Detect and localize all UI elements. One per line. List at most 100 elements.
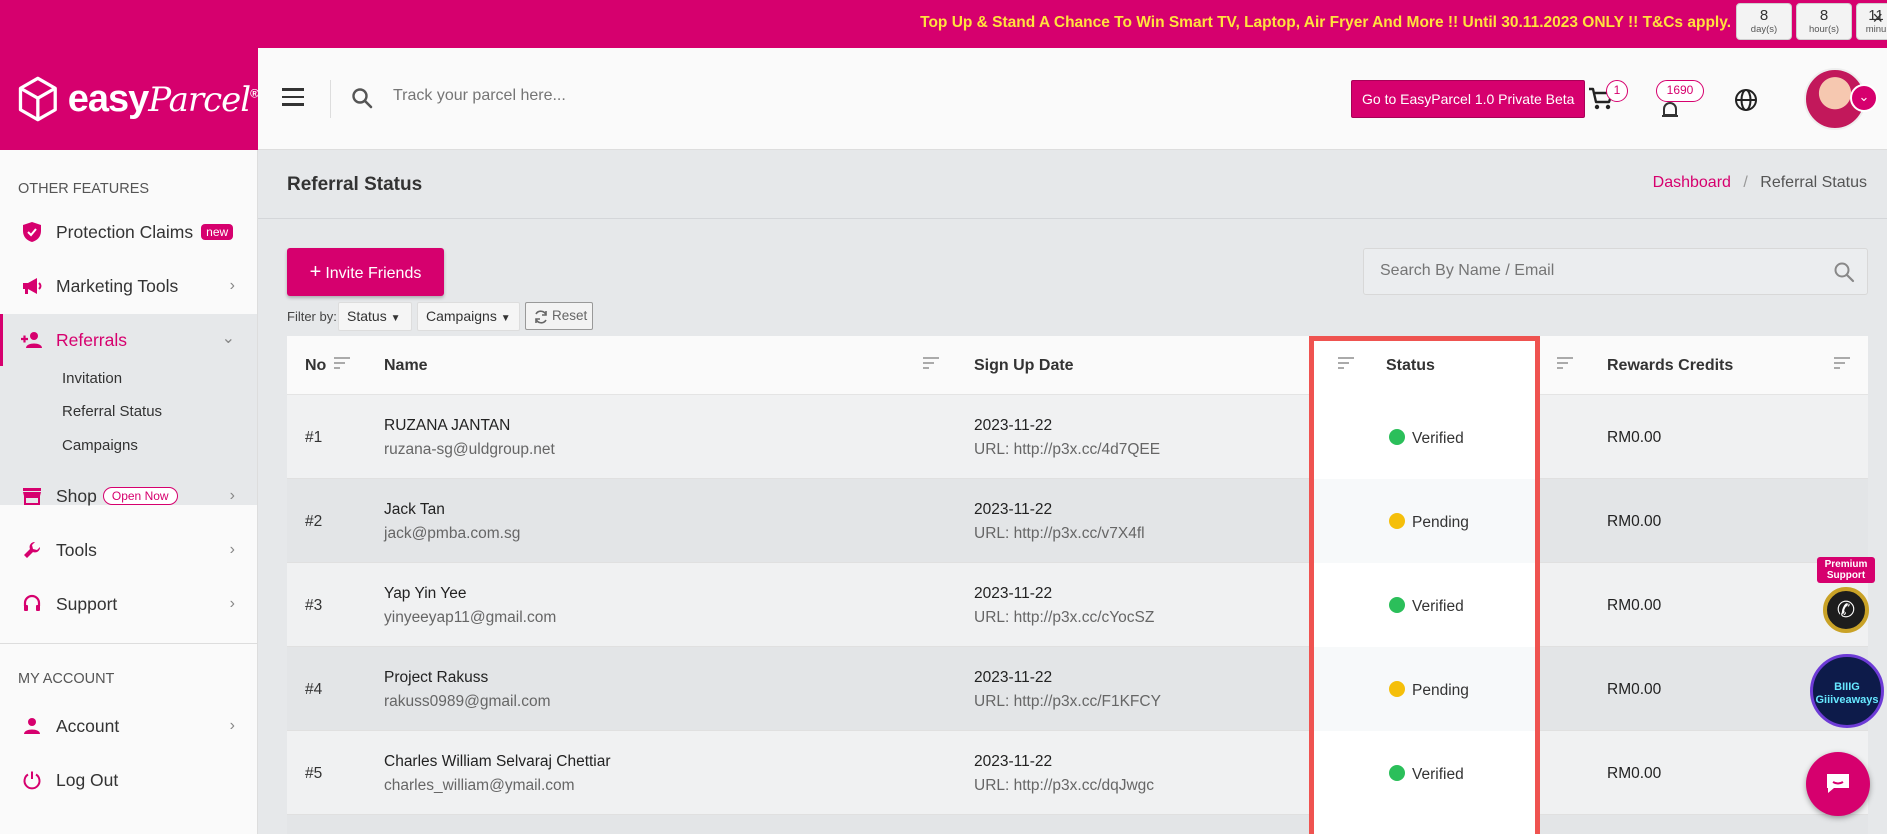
cell-signup-date: 2023-11-22 <box>974 501 1053 518</box>
sidebar-item-tools[interactable]: Tools › <box>0 524 257 576</box>
status-column-highlight <box>1309 336 1540 834</box>
section-other-features: OTHER FEATURES <box>18 181 150 197</box>
caret-down-icon: ▼ <box>500 313 511 324</box>
col-header-signup-date[interactable]: Sign Up Date <box>974 357 1074 375</box>
cell-signup-date: 2023-11-22 <box>974 669 1053 686</box>
search-icon <box>352 88 373 109</box>
private-beta-button[interactable]: Go to EasyParcel 1.0 Private Beta <box>1351 80 1586 118</box>
cell-name: Jack Tan <box>384 501 445 518</box>
cart-count-badge: 1 <box>1606 80 1628 102</box>
chevron-right-icon: › <box>229 717 235 734</box>
cell-signup-date: 2023-11-22 <box>974 417 1053 434</box>
table-row[interactable]: #5 Charles William Selvaraj Chettiar cha… <box>287 731 1868 815</box>
brand-logo[interactable]: easyParcel® <box>0 48 259 150</box>
sidebar-subitem-referral-status[interactable]: Referral Status <box>62 403 162 420</box>
menu-icon[interactable] <box>282 88 304 111</box>
table-row[interactable]: #4 Project Rakuss rakuss0989@gmail.com 2… <box>287 647 1868 731</box>
cell-email: jack@pmba.com.sg <box>384 525 521 542</box>
refresh-icon <box>535 310 547 324</box>
users-add-icon <box>20 329 44 351</box>
sidebar-item-label: Tools <box>56 539 97 560</box>
cell-rewards: RM0.00 <box>1607 513 1662 530</box>
chat-button[interactable] <box>1806 752 1870 816</box>
filter-campaigns-label: Campaigns <box>426 308 497 324</box>
table-row[interactable]: #2 Jack Tan jack@pmba.com.sg 2023-11-22 … <box>287 479 1868 563</box>
cell-email: charles_william@ymail.com <box>384 777 575 794</box>
sidebar-item-label: Protection Claims <box>56 221 194 242</box>
sidebar-item-shop[interactable]: Shop Open Now › <box>0 470 257 522</box>
sidebar-item-label: Log Out <box>56 769 119 790</box>
col-header-rewards[interactable]: Rewards Credits <box>1607 357 1733 375</box>
cell-rewards: RM0.00 <box>1607 429 1662 446</box>
chevron-down-icon: ⌄ <box>221 330 235 347</box>
whatsapp-icon: ✆ <box>1823 587 1869 633</box>
sidebar-item-support[interactable]: Support › <box>0 578 257 630</box>
store-icon <box>20 485 44 507</box>
invite-friends-button[interactable]: + Invite Friends <box>287 248 444 296</box>
sidebar-item-label: Support <box>56 593 118 614</box>
cell-rewards: RM0.00 <box>1607 597 1662 614</box>
sidebar-item-referrals[interactable]: Referrals ⌄ <box>0 314 257 366</box>
cell-rewards: RM0.00 <box>1607 765 1662 782</box>
top-header: Go to EasyParcel 1.0 Private Beta 1 1690… <box>258 48 1887 150</box>
power-icon <box>20 769 44 791</box>
sidebar-item-protection-claims[interactable]: Protection Claims new <box>0 206 257 258</box>
cell-url: URL: http://p3x.cc/F1KFCY <box>974 693 1161 710</box>
countdown-hours: 8 hour(s) <box>1796 3 1852 40</box>
table-row[interactable]: #3 Yap Yin Yee yinyeeyap11@gmail.com 202… <box>287 563 1868 647</box>
cell-signup-date: 2023-11-22 <box>974 585 1053 602</box>
countdown-days: 8 day(s) <box>1736 3 1792 40</box>
cell-name: RUZANA JANTAN <box>384 417 511 434</box>
table-row[interactable]: #1 RUZANA JANTAN ruzana-sg@uldgroup.net … <box>287 395 1868 479</box>
user-icon <box>20 715 44 737</box>
sort-icon[interactable] <box>1557 357 1573 372</box>
cell-signup-date: 2023-11-22 <box>974 753 1053 770</box>
sidebar: OTHER FEATURES Protection Claims new Mar… <box>0 150 258 834</box>
referral-search-input[interactable] <box>1380 262 1800 280</box>
caret-down-icon: ▼ <box>390 313 401 324</box>
sidebar-item-label: Marketing Tools <box>56 275 179 296</box>
cell-no: #3 <box>305 597 323 614</box>
sort-icon[interactable] <box>1834 357 1850 372</box>
cell-name: Yap Yin Yee <box>384 585 467 602</box>
premium-support-widget[interactable]: Premium Support ✆ <box>1817 557 1875 637</box>
cell-no: #4 <box>305 681 323 698</box>
sidebar-subitem-invitation[interactable]: Invitation <box>62 370 122 387</box>
search-icon[interactable] <box>1833 261 1855 283</box>
cell-url: URL: http://p3x.cc/dqJwgc <box>974 777 1155 794</box>
col-header-name[interactable]: Name <box>384 357 428 375</box>
close-icon[interactable]: × <box>1872 8 1883 29</box>
cell-email: yinyeeyap11@gmail.com <box>384 609 557 626</box>
chevron-down-icon[interactable]: ⌄ <box>1850 84 1878 112</box>
sort-icon[interactable] <box>334 357 350 372</box>
sidebar-subitem-campaigns[interactable]: Campaigns <box>62 437 138 454</box>
giveaway-widget[interactable]: BIIIG Giiiveaways <box>1810 654 1884 728</box>
breadcrumb-separator: / <box>1743 174 1748 191</box>
referral-search <box>1363 248 1868 295</box>
filter-status-dropdown[interactable]: Status ▼ <box>338 302 412 331</box>
cell-no: #1 <box>305 429 323 446</box>
sidebar-item-logout[interactable]: Log Out <box>0 754 257 806</box>
sidebar-item-marketing-tools[interactable]: Marketing Tools › <box>0 260 257 312</box>
globe-icon[interactable] <box>1734 88 1758 112</box>
parcel-box-icon <box>18 76 57 122</box>
track-parcel-input[interactable] <box>393 87 793 105</box>
promo-text[interactable]: Top Up & Stand A Chance To Win Smart TV,… <box>920 14 1731 32</box>
col-header-no[interactable]: No <box>305 357 326 375</box>
cell-no: #2 <box>305 513 323 530</box>
shield-icon <box>20 221 44 243</box>
invite-friends-label: Invite Friends <box>325 265 422 282</box>
table-row <box>287 815 1868 834</box>
sidebar-item-account[interactable]: Account › <box>0 700 257 752</box>
sort-icon[interactable] <box>923 357 939 372</box>
cell-name: Charles William Selvaraj Chettiar <box>384 753 611 770</box>
countdown-days-unit: day(s) <box>1750 24 1778 35</box>
breadcrumb-current: Referral Status <box>1760 174 1867 191</box>
reset-filter-button[interactable]: Reset <box>525 302 593 330</box>
sidebar-item-label: Shop <box>56 485 97 506</box>
chevron-right-icon: › <box>229 487 235 504</box>
cell-email: ruzana-sg@uldgroup.net <box>384 441 555 458</box>
chevron-right-icon: › <box>229 595 235 612</box>
breadcrumb-dashboard-link[interactable]: Dashboard <box>1653 174 1731 191</box>
filter-campaigns-dropdown[interactable]: Campaigns ▼ <box>417 302 520 331</box>
